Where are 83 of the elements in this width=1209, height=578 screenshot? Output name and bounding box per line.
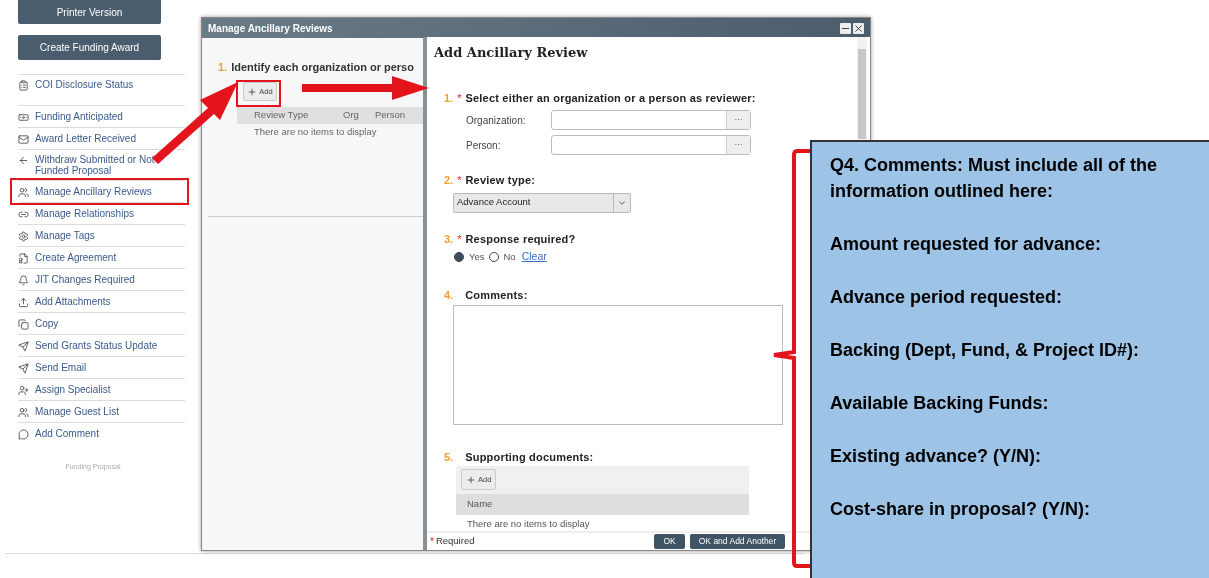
minimize-icon[interactable] <box>840 22 851 34</box>
question-number: 2. <box>444 173 454 188</box>
sidebar-link[interactable]: Add Attachments <box>35 296 111 307</box>
radio-button[interactable] <box>488 251 499 262</box>
sidebar-link[interactable]: Manage Relationships <box>35 208 134 219</box>
table-header: Review Type Org Person <box>237 106 423 124</box>
arrow-left-icon <box>18 155 29 166</box>
sidebar-link[interactable]: COI Disclosure Status <box>35 79 134 90</box>
field-label: Person: <box>466 138 502 153</box>
dialog-button[interactable]: OK <box>654 534 685 549</box>
upload-icon <box>18 296 29 308</box>
comments-field[interactable] <box>453 305 783 426</box>
sidebar-button[interactable]: Create Funding Award <box>18 35 161 60</box>
dialog-heading: Add Ancillary Review <box>434 44 589 62</box>
highlight-frame <box>236 79 281 107</box>
question-label: Response required? <box>465 231 576 247</box>
question-number: 3. <box>444 231 454 247</box>
field-label: Organization: <box>466 113 527 128</box>
speech-bubble-icon <box>18 428 29 440</box>
browse-button[interactable]: ··· <box>726 111 750 129</box>
required-mark: * <box>430 535 434 549</box>
lookup-field[interactable]: ··· <box>551 110 751 130</box>
radio-button[interactable] <box>454 251 464 262</box>
empty-message: There are no items to display <box>466 516 591 531</box>
question-number: 5. <box>444 450 454 466</box>
review-type-select[interactable]: Advance Account <box>453 192 631 213</box>
callout-line: Existing advance? (Y/N): <box>830 445 1043 468</box>
question-number: 1. <box>444 90 454 106</box>
callout-line: Cost-share in proposal? (Y/N): <box>830 498 1091 521</box>
sidebar-button[interactable]: Printer Version <box>18 0 161 24</box>
sidebar-link[interactable]: Create Agreement <box>35 252 117 263</box>
sidebar-link[interactable]: JIT Changes Required <box>35 274 135 285</box>
callout-heading: Q4. Comments: Must include all of the information outlined here: <box>830 154 1159 203</box>
clipboard-icon <box>18 80 29 91</box>
sidebar-link[interactable]: Send Grants Status Update <box>35 340 158 351</box>
paper-plane-icon <box>18 340 29 352</box>
sidebar-link[interactable]: Manage Ancillary Reviews <box>35 186 152 197</box>
clear-link[interactable]: Clear <box>521 249 547 265</box>
column-header: Name <box>467 497 493 512</box>
callout-line: Advance period requested: <box>830 286 1064 309</box>
sidebar-link[interactable]: Send Email <box>35 362 87 373</box>
browse-button[interactable]: ··· <box>726 136 750 154</box>
sidebar-link[interactable]: Add Comment <box>35 428 99 439</box>
radio-label: No <box>503 249 516 264</box>
question-label: Supporting documents: <box>465 450 594 466</box>
required-mark: * <box>457 173 462 188</box>
plus-icon <box>247 86 258 97</box>
paper-plane-icon <box>18 362 29 374</box>
sidebar-link[interactable]: Withdraw Submitted or Not Funded Proposal <box>35 154 185 176</box>
question-number: 4. <box>444 287 454 303</box>
close-icon[interactable] <box>853 22 864 34</box>
gear-icon <box>18 230 29 242</box>
step-label: Identify each organization or perso <box>231 60 414 75</box>
lookup-field[interactable]: ··· <box>551 135 751 155</box>
callout-line: Available Backing Funds: <box>830 392 1050 415</box>
required-note: Required <box>435 534 475 549</box>
sidebar-link[interactable]: Copy <box>35 318 59 329</box>
question-label: Select either an organization or a person as reviewer: <box>465 90 756 106</box>
sidebar-link[interactable]: Assign Specialist <box>35 384 111 395</box>
dialog-button[interactable]: OK and Add Another <box>689 534 786 549</box>
envelope-icon <box>18 133 29 145</box>
sidebar-link[interactable]: Manage Guest List <box>35 406 119 417</box>
radio-label: Yes <box>469 249 485 264</box>
plus-icon <box>466 474 476 485</box>
certificate-icon <box>18 252 29 264</box>
callout-line: Backing (Dept, Fund, & Project ID#): <box>830 339 1141 362</box>
empty-message: There are no items to display <box>254 124 378 139</box>
copy-icon <box>18 318 29 330</box>
user-plus-icon <box>18 384 29 396</box>
people-icon <box>18 186 29 198</box>
required-mark: * <box>457 231 462 247</box>
sidebar-link[interactable]: Award Letter Received <box>35 133 136 144</box>
banknote-icon <box>18 111 29 123</box>
bell-icon <box>18 274 29 286</box>
question-label: Review type: <box>465 173 536 188</box>
question-label: Comments: <box>465 287 528 303</box>
dialog-title: Manage Ancillary Reviews <box>208 21 333 36</box>
required-mark: * <box>457 90 462 106</box>
sidebar-link[interactable]: Funding Anticipated <box>35 111 123 122</box>
sidebar-link[interactable]: Manage Tags <box>35 230 95 241</box>
callout-line: Amount requested for advance: <box>830 233 1103 256</box>
people-icon <box>18 406 29 418</box>
step-number: 1. <box>218 60 228 75</box>
